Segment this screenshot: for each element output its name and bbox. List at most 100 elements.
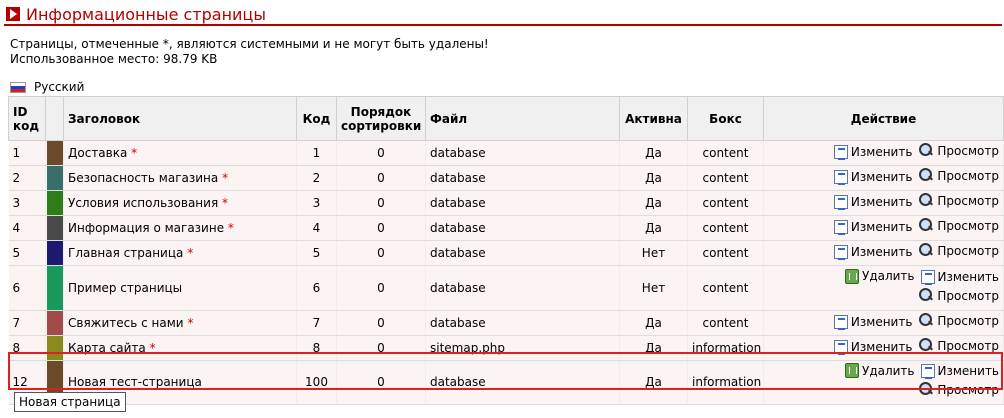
cell-actions: Удалить Изменить Просмотр	[763, 265, 1004, 311]
color-swatch	[45, 265, 64, 311]
cell-active: Да	[619, 165, 688, 191]
cell-file: database	[425, 165, 620, 191]
view-button[interactable]: Просмотр	[918, 382, 999, 398]
cell-title[interactable]: Безопасность магазина *	[63, 165, 297, 191]
table-row[interactable]: 5 Главная страница * 5 0 database Нет content И…	[8, 240, 1004, 266]
cell-active: Да	[619, 335, 688, 361]
cell-sort: 0	[336, 335, 426, 361]
edit-button[interactable]: Изменить	[920, 363, 999, 379]
cell-code: 3	[296, 190, 337, 216]
cell-box: content	[687, 265, 764, 311]
view-button[interactable]: Просмотр	[918, 243, 999, 259]
table-row[interactable]: 3 Условия использования * 3 0 database Да cont…	[8, 190, 1004, 216]
cell-box: information	[687, 335, 764, 361]
view-button[interactable]: Просмотр	[918, 193, 999, 209]
magnifier-icon	[918, 337, 934, 354]
cell-file: database	[425, 265, 620, 311]
delete-button[interactable]: Удалить	[845, 363, 915, 379]
cell-id: 8	[8, 335, 46, 361]
edit-button[interactable]: Изменить	[833, 219, 912, 235]
col-sort-header[interactable]: Порядок сортировки	[336, 96, 426, 141]
view-button[interactable]: Просмотр	[918, 337, 999, 354]
view-button[interactable]: Просмотр	[918, 218, 999, 234]
table-row[interactable]: 7 Свяжитесь с нами * 7 0 database Да content Из…	[8, 310, 1004, 336]
system-star: *	[187, 246, 194, 260]
system-star: *	[187, 315, 194, 330]
edit-icon	[833, 220, 848, 235]
col-file-header[interactable]: Файл	[425, 96, 620, 141]
magnifier-icon	[918, 287, 934, 304]
view-button[interactable]: Просмотр	[918, 143, 999, 159]
cell-sort: 0	[336, 265, 426, 311]
system-star: *	[131, 146, 138, 160]
cell-active: Нет	[619, 265, 688, 311]
color-swatch	[45, 140, 64, 166]
color-swatch	[45, 240, 64, 266]
edit-icon	[833, 195, 848, 210]
cell-file: database	[425, 360, 620, 405]
cell-code: 1	[296, 140, 337, 166]
edit-button[interactable]: Изменить	[833, 144, 912, 160]
table-row[interactable]: 8 Карта сайта * 8 0 sitemap.php Да information…	[8, 335, 1004, 361]
cell-code: 5	[296, 240, 337, 266]
col-box-header[interactable]: Бокс	[687, 96, 764, 141]
cell-file: database	[425, 240, 620, 266]
col-active-header[interactable]: Активна	[619, 96, 688, 141]
cell-active: Да	[619, 360, 688, 405]
cell-sort: 0	[336, 190, 426, 216]
cell-actions: Изменить Просмотр	[763, 310, 1004, 336]
edit-button[interactable]: Изменить	[833, 169, 912, 185]
cell-box: content	[687, 140, 764, 166]
delete-button[interactable]: Удалить	[845, 268, 915, 284]
cell-file: database	[425, 310, 620, 336]
table-row[interactable]: 1 Доставка * 1 0 database Да content Изменить Пр…	[8, 140, 1004, 166]
cell-title[interactable]: Информация о магазине *	[63, 215, 297, 241]
cell-file: database	[425, 215, 620, 241]
edit-button[interactable]: Изменить	[833, 339, 912, 355]
magnifier-icon	[918, 168, 934, 184]
cell-code: 2	[296, 165, 337, 191]
color-swatch	[45, 215, 64, 241]
col-code-header[interactable]: Код	[296, 96, 337, 141]
view-button[interactable]: Просмотр	[918, 312, 999, 329]
edit-icon	[920, 364, 935, 379]
edit-button[interactable]: Изменить	[833, 194, 912, 210]
edit-icon	[833, 339, 848, 355]
cell-title[interactable]: Карта сайта *	[63, 335, 297, 361]
cell-title[interactable]: Доставка *	[63, 140, 297, 166]
cell-id: 6	[8, 265, 46, 311]
cell-active: Нет	[619, 240, 688, 266]
cell-sort: 0	[336, 360, 426, 405]
view-button[interactable]: Просмотр	[918, 287, 999, 304]
cell-title[interactable]: Главная страница *	[63, 240, 297, 266]
cell-active: Да	[619, 190, 688, 216]
edit-button[interactable]: Изменить	[920, 269, 999, 285]
system-star: *	[227, 221, 234, 235]
cell-actions: Изменить Просмотр	[763, 240, 1004, 266]
system-star: *	[222, 171, 229, 185]
table-row[interactable]: 12 Новая тест-страница 100 0 database Да info…	[8, 360, 1004, 405]
table-row[interactable]: 4 Информация о магазине * 4 0 database Да cont…	[8, 215, 1004, 241]
col-id-header[interactable]: ID код	[8, 96, 46, 141]
table-row[interactable]: 2 Безопасность магазина * 2 0 database Да cont…	[8, 165, 1004, 191]
edit-icon	[833, 314, 848, 330]
cell-title[interactable]: Условия использования *	[63, 190, 297, 216]
system-star: *	[149, 340, 156, 355]
table-header-row: ID код Заголовок Код Порядок сортировки Фа…	[8, 96, 1004, 141]
color-swatch	[45, 165, 64, 191]
trash-icon	[845, 268, 859, 284]
edit-button[interactable]: Изменить	[833, 314, 912, 330]
col-title-header[interactable]: Заголовок	[63, 96, 297, 141]
magnifier-icon	[918, 193, 934, 209]
cell-code: 100	[296, 360, 337, 405]
edit-button[interactable]: Изменить	[833, 244, 912, 260]
magnifier-icon	[918, 218, 934, 234]
view-button[interactable]: Просмотр	[918, 168, 999, 184]
cell-title[interactable]: Пример страницы	[63, 265, 297, 311]
cell-title[interactable]: Свяжитесь с нами *	[63, 310, 297, 336]
cell-sort: 0	[336, 240, 426, 266]
cell-active: Да	[619, 310, 688, 336]
russia-flag-icon	[10, 81, 26, 93]
table-row[interactable]: 6 Пример страницы 6 0 database Нет content Уда…	[8, 265, 1004, 311]
magnifier-icon	[918, 143, 934, 159]
